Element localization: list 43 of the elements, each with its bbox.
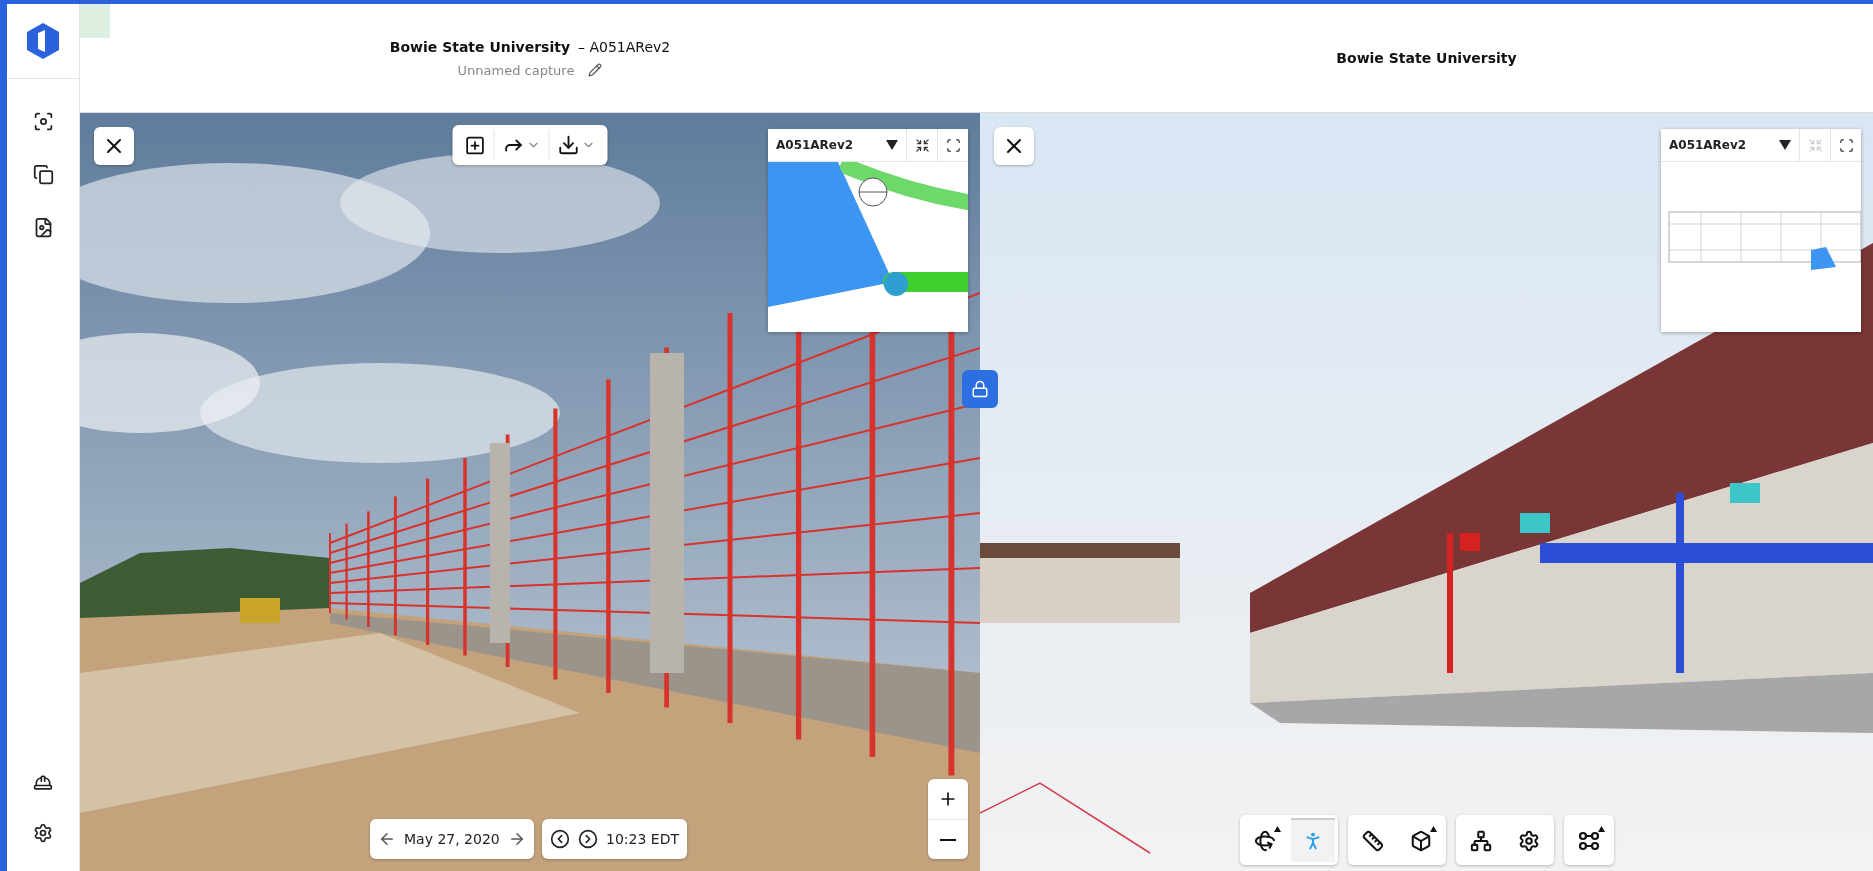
capture-name: Unnamed capture: [457, 62, 575, 78]
project-title: Bowie State University: [389, 38, 571, 55]
chevron-right-icon: [578, 829, 598, 849]
lock-icon: [971, 380, 989, 398]
dropdown-caret-icon: [1779, 140, 1791, 150]
pencil-icon: [588, 63, 603, 77]
menu-caret-icon: [1273, 826, 1281, 832]
close-button[interactable]: [994, 127, 1034, 165]
previous-date-button[interactable]: [378, 830, 396, 848]
ruler-icon: [1361, 830, 1384, 852]
layers-icon: [32, 164, 54, 185]
sync-lock-button[interactable]: [962, 370, 998, 408]
fullscreen-icon: [945, 137, 961, 153]
orbit-icon: [1253, 830, 1276, 852]
menu-caret-icon: [1597, 826, 1605, 832]
header-tile: [80, 4, 110, 38]
rename-button[interactable]: [588, 63, 603, 77]
hard-hat-icon: [33, 773, 53, 793]
capture-date: May 27, 2020: [404, 831, 500, 847]
menu-caret-icon: [1429, 826, 1437, 832]
fullscreen-icon: [1838, 137, 1854, 153]
minus-icon: [940, 838, 956, 841]
settings-icon: [33, 823, 53, 843]
download-icon: [557, 134, 580, 156]
cube-icon: [1409, 830, 1432, 852]
capture-icon: [32, 111, 54, 132]
nodes-icon: [1577, 831, 1600, 851]
sheet-select[interactable]: A051ARev2: [768, 129, 906, 161]
close-button[interactable]: [94, 127, 134, 165]
capture-time: 10:23 EDT: [606, 831, 679, 847]
shrink-icon: [1807, 137, 1823, 153]
project-title: Bowie State University: [1336, 50, 1517, 66]
shrink-icon: [914, 137, 930, 153]
add-icon: [464, 134, 486, 156]
model-name: – A051ARev2: [578, 38, 671, 55]
hierarchy-icon: [1469, 830, 1492, 852]
previous-capture-button[interactable]: [550, 829, 570, 849]
dropdown-caret-icon: [886, 140, 898, 150]
sheet-select[interactable]: A051ARev2: [1661, 129, 1799, 161]
settings-icon: [1517, 830, 1540, 852]
logo-icon: [27, 23, 59, 59]
next-capture-button[interactable]: [578, 829, 598, 849]
chevron-left-icon: [550, 829, 570, 849]
